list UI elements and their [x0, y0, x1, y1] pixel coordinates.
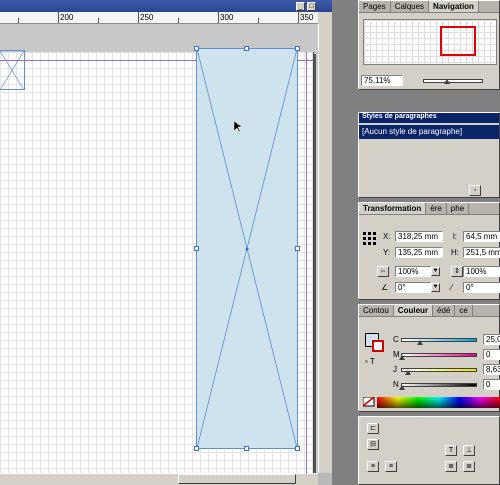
- restore-button[interactable]: □: [307, 2, 316, 11]
- cyan-slider[interactable]: [401, 338, 477, 342]
- y-position-field[interactable]: 135,25 mm: [395, 247, 443, 258]
- scale-x-icon: ⇔: [377, 266, 389, 277]
- tab-transparence[interactable]: ce: [455, 305, 473, 316]
- chevron-down-icon[interactable]: ▼: [431, 267, 440, 276]
- graphic-frame-partial[interactable]: [0, 50, 25, 91]
- tab-calques[interactable]: Calques: [391, 1, 430, 12]
- navigation-thumbnail[interactable]: [363, 19, 497, 65]
- tab-paragraph[interactable]: phe: [447, 203, 470, 214]
- x-label: X:: [383, 232, 391, 241]
- distribute-top-icon[interactable]: ≣: [445, 461, 457, 472]
- align-middle-icon[interactable]: ⊥: [463, 445, 475, 456]
- ruler-minor-tick: [18, 18, 19, 23]
- yellow-slider[interactable]: [401, 368, 477, 372]
- resize-handle-top-right[interactable]: [295, 46, 300, 51]
- horizontal-scroll-thumb[interactable]: [178, 474, 296, 484]
- rotation-field[interactable]: 0°: [395, 282, 431, 293]
- view-area-indicator[interactable]: [440, 26, 476, 56]
- vertical-scrollbar[interactable]: [318, 24, 332, 473]
- black-field[interactable]: 0: [483, 379, 500, 390]
- yellow-field[interactable]: 8,63: [483, 364, 500, 375]
- height-field[interactable]: 251,5 mm: [463, 247, 500, 258]
- selected-graphic-frame[interactable]: [196, 48, 298, 449]
- resize-handle-bottom-left[interactable]: [194, 446, 199, 451]
- height-label: H:: [451, 248, 459, 257]
- tab-pages[interactable]: Pages: [359, 1, 391, 12]
- tab-transformation[interactable]: Transformation: [359, 203, 427, 214]
- distribute-icon[interactable]: ≡: [367, 461, 379, 472]
- magenta-label: M: [393, 350, 400, 359]
- ruler-major-tick: [218, 12, 219, 23]
- reference-point-icon[interactable]: [363, 232, 377, 246]
- document-title-bar: [0, 0, 332, 12]
- zoom-field[interactable]: 75,11%: [361, 75, 403, 86]
- scale-y-icon: ⇕: [451, 266, 463, 277]
- ruler-minor-tick: [258, 18, 259, 23]
- ruler-label: 300: [220, 13, 234, 22]
- ruler-major-tick: [138, 12, 139, 23]
- shear-icon: ⁄: [451, 283, 453, 292]
- align-left-icon[interactable]: ⊏: [367, 423, 379, 434]
- ruler-minor-tick: [98, 18, 99, 23]
- color-panel: Contou Couleur édé ce ▫ T C 25,0 M 0 J 8…: [358, 304, 500, 412]
- black-slider[interactable]: [401, 383, 477, 387]
- frame-cross-lines: [197, 49, 297, 448]
- paragraph-style-item[interactable]: [Aucun style de paragraphe]: [359, 125, 499, 139]
- arrow-cursor-icon: [234, 121, 242, 133]
- paragraph-styles-panel: Styles de paragraphes [Aucun style de pa…: [358, 112, 500, 198]
- resize-handle-top[interactable]: [244, 46, 249, 51]
- width-field[interactable]: 64,5 mm: [463, 231, 500, 242]
- none-color-icon[interactable]: [363, 397, 375, 407]
- align-panel: ⊏ ⊟ ≡ ≡ T ⊥ ≣ ≣: [358, 416, 500, 485]
- black-label: N: [393, 380, 399, 389]
- resize-handle-bottom-right[interactable]: [295, 446, 300, 451]
- align-center-icon[interactable]: ⊟: [367, 439, 379, 450]
- swap-icon[interactable]: ▫ T: [365, 357, 375, 366]
- resize-handle-bottom[interactable]: [244, 446, 249, 451]
- ruler-label: 250: [140, 13, 154, 22]
- scale-x-field[interactable]: 100%: [395, 266, 431, 277]
- ruler-major-tick: [58, 12, 59, 23]
- ruler-corner: [318, 12, 332, 24]
- cyan-label: C: [393, 335, 399, 344]
- tab-contour[interactable]: Contou: [359, 305, 394, 316]
- width-label: l:: [453, 232, 457, 241]
- ruler-label: 350: [300, 13, 314, 22]
- chevron-down-icon[interactable]: ▼: [431, 283, 440, 292]
- ruler-minor-tick: [178, 18, 179, 23]
- document-window: _ □ 200 250 300 350: [0, 0, 332, 485]
- margin-guide: [306, 52, 307, 485]
- resize-handle-left[interactable]: [194, 246, 199, 251]
- shear-field[interactable]: 0°: [463, 282, 500, 293]
- y-label: Y:: [383, 248, 391, 257]
- magenta-slider[interactable]: [401, 353, 477, 357]
- tab-navigation[interactable]: Navigation: [429, 1, 479, 12]
- tab-couleur[interactable]: Couleur: [393, 305, 434, 316]
- zoom-slider[interactable]: [423, 79, 483, 83]
- align-top-icon[interactable]: T: [445, 445, 457, 456]
- cyan-field[interactable]: 25,0: [483, 334, 500, 345]
- color-spectrum[interactable]: [377, 397, 500, 408]
- x-position-field[interactable]: 318,25 mm: [395, 231, 443, 242]
- rotate-icon: ∠: [381, 283, 389, 292]
- navigation-panel: Pages Calques Navigation 75,11%: [358, 0, 500, 90]
- tab-character[interactable]: ère: [426, 203, 447, 214]
- stroke-swatch[interactable]: [372, 340, 384, 352]
- distribute-bottom-icon[interactable]: ≣: [463, 461, 475, 472]
- panel-title: Styles de paragraphes: [359, 113, 499, 123]
- frame-cross-lines: [0, 51, 25, 91]
- scale-y-field[interactable]: 100%: [463, 266, 500, 277]
- resize-handle-top-left[interactable]: [194, 46, 199, 51]
- minimize-button[interactable]: _: [296, 2, 305, 11]
- ruler-label: 200: [60, 13, 74, 22]
- new-style-icon[interactable]: ▫: [469, 185, 481, 196]
- transformation-panel: Transformation ère phe X: 318,25 mm Y: 1…: [358, 202, 500, 300]
- tab-degrade[interactable]: édé: [433, 305, 456, 316]
- ruler-major-tick: [298, 12, 299, 23]
- yellow-label: J: [393, 365, 397, 374]
- horizontal-ruler[interactable]: [0, 12, 318, 24]
- magenta-field[interactable]: 0: [483, 349, 500, 360]
- distribute-center-icon[interactable]: ≡: [385, 461, 397, 472]
- resize-handle-right[interactable]: [295, 246, 300, 251]
